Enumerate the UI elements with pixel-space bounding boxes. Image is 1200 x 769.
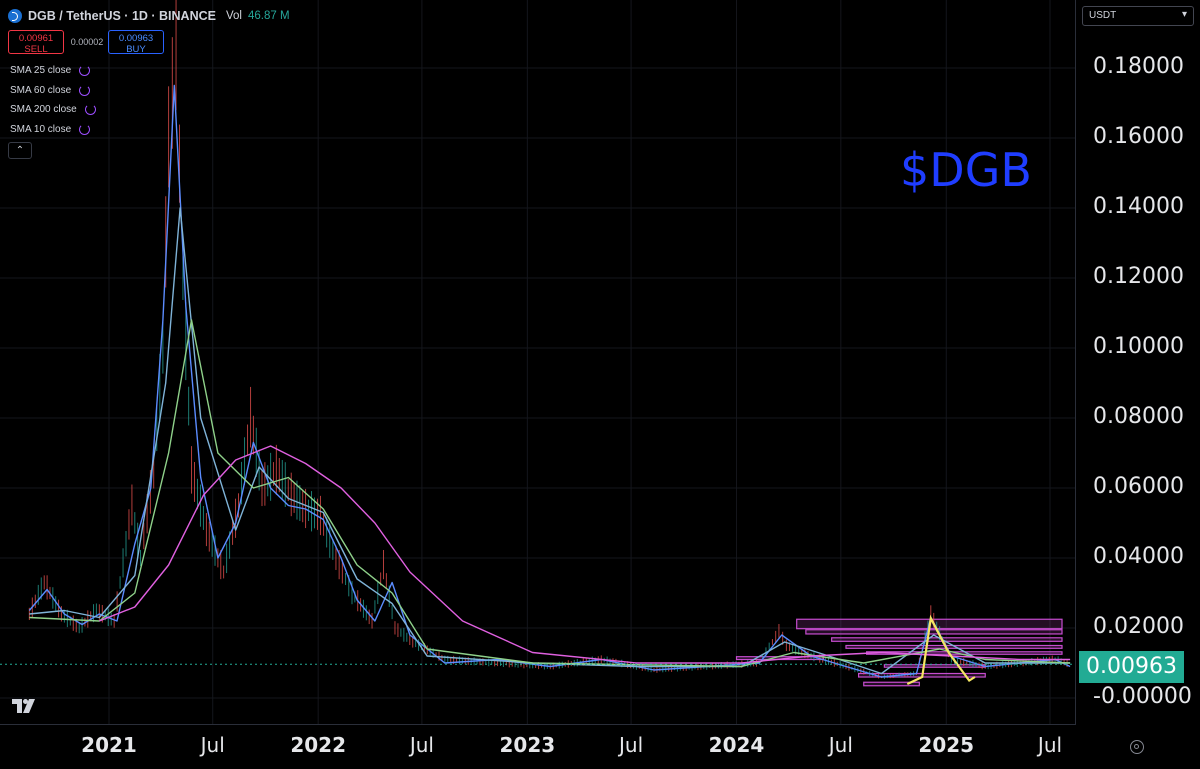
collapse-indicators-button[interactable]: ⌃: [8, 142, 32, 159]
refresh-icon[interactable]: [84, 103, 96, 115]
refresh-icon[interactable]: [79, 64, 91, 76]
price-chart-svg[interactable]: [0, 0, 1200, 769]
resistance-zone: [831, 637, 1063, 642]
currency-value: USDT: [1089, 10, 1117, 21]
buy-price: 0.00963: [118, 33, 154, 44]
digibyte-logo-icon: [8, 9, 22, 23]
last-price-tag: 0.00963: [1079, 651, 1184, 683]
currency-select[interactable]: USDT ▾: [1082, 6, 1194, 26]
y-tick-label: 0.14000: [1093, 194, 1184, 219]
refresh-icon[interactable]: [79, 84, 91, 96]
x-tick-label: 2023: [499, 733, 556, 757]
indicator-sma-60[interactable]: SMA 60 close: [10, 83, 91, 97]
y-tick-label: 0.10000: [1093, 334, 1184, 359]
symbol-title[interactable]: DGB / TetherUS · 1D · BINANCE: [28, 9, 216, 23]
sell-label: SELL: [24, 44, 48, 55]
x-tick-label: Jul: [1037, 733, 1063, 757]
x-tick-label: Jul: [409, 733, 434, 757]
y-tick-label: 0.18000: [1093, 54, 1184, 79]
indicator-label: SMA 10 close: [10, 123, 72, 135]
settings-gear-icon[interactable]: [1130, 740, 1144, 754]
sell-price: 0.00961: [18, 33, 54, 44]
indicator-sma-25[interactable]: SMA 25 close: [10, 63, 91, 77]
refresh-icon[interactable]: [79, 123, 91, 135]
chart-annotation[interactable]: $DGB: [900, 143, 1032, 197]
sell-button[interactable]: 0.00961 SELL: [8, 30, 64, 55]
buy-label: BUY: [126, 44, 146, 55]
y-tick-label: 0.06000: [1093, 474, 1184, 499]
y-tick-label: 0.04000: [1093, 544, 1184, 569]
y-tick-label: 0.16000: [1093, 124, 1184, 149]
x-tick-label: 2021: [81, 733, 137, 757]
indicator-sma-10[interactable]: SMA 10 close: [10, 122, 91, 136]
volume-label: Vol: [225, 10, 242, 22]
x-tick-label: Jul: [200, 733, 225, 757]
buy-button[interactable]: 0.00963 BUY: [108, 30, 164, 55]
indicator-label: SMA 200 close: [10, 103, 77, 115]
x-tick-label: Jul: [618, 733, 644, 757]
indicator-label: SMA 25 close: [10, 64, 72, 76]
x-tick-label: Jul: [828, 733, 853, 757]
indicator-sma-200[interactable]: SMA 200 close: [10, 102, 96, 116]
chart-area[interactable]: DGB / TetherUS · 1D · BINANCE Vol 46.87 …: [0, 0, 1200, 769]
x-tick-label: 2024: [708, 733, 765, 757]
spread-value: 0.00002: [70, 37, 104, 47]
x-tick-label: 2022: [290, 733, 347, 757]
chevron-up-icon: ⌃: [15, 145, 25, 156]
indicator-label: SMA 60 close: [10, 84, 72, 96]
y-tick-label: 0.02000: [1093, 614, 1184, 639]
symbol-header: DGB / TetherUS · 1D · BINANCE Vol 46.87 …: [8, 6, 290, 26]
tradingview-logo-icon[interactable]: [12, 699, 38, 713]
chevron-down-icon: ▾: [1181, 9, 1187, 20]
y-tick-label: -0.00000: [1093, 684, 1192, 709]
resistance-zone: [805, 629, 1063, 635]
x-tick-label: 2025: [918, 733, 975, 757]
y-tick-label: 0.12000: [1093, 264, 1184, 289]
volume-value: 46.87 M: [247, 10, 290, 22]
y-tick-label: 0.08000: [1093, 404, 1184, 429]
